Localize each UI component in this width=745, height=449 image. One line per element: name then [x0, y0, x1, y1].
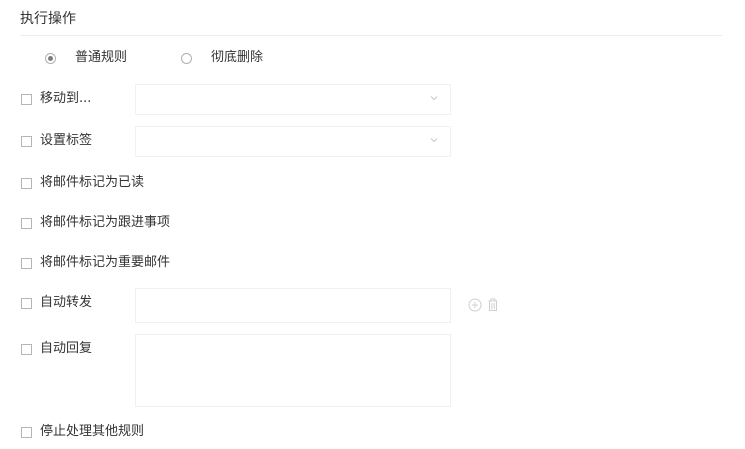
chevron-down-icon [430, 138, 438, 143]
radio-permanent-delete-label: 彻底删除 [211, 50, 264, 65]
action-mark-followup: 将邮件标记为跟进事项 [21, 214, 170, 232]
auto-reply-checkbox[interactable] [21, 343, 32, 355]
radio-normal-rule-circle[interactable] [45, 52, 56, 64]
chevron-down-icon [430, 96, 438, 101]
radio-normal-rule[interactable]: 普通规则 [45, 50, 127, 66]
auto-forward-address-input[interactable] [135, 288, 451, 323]
mark-followup-label: 将邮件标记为跟进事项 [40, 215, 171, 230]
mark-important-label: 将邮件标记为重要邮件 [40, 255, 171, 270]
action-mark-important: 将邮件标记为重要邮件 [21, 254, 170, 272]
set-tag-checkbox[interactable] [21, 135, 32, 147]
move-to-label: 移动到... [40, 91, 92, 106]
section-divider [20, 35, 722, 36]
trash-icon[interactable] [486, 298, 500, 312]
set-tag-select[interactable] [135, 126, 451, 157]
set-tag-label: 设置标签 [40, 133, 93, 148]
section-title: 执行操作 [20, 11, 76, 27]
radio-permanent-delete-circle[interactable] [181, 52, 192, 64]
radio-normal-rule-label: 普通规则 [75, 50, 128, 65]
auto-reply-label: 自动回复 [40, 341, 93, 356]
mark-followup-checkbox[interactable] [21, 217, 32, 229]
add-circle-icon[interactable] [468, 298, 482, 312]
stop-processing-checkbox[interactable] [21, 426, 32, 438]
mark-read-checkbox[interactable] [21, 177, 32, 189]
mark-important-checkbox[interactable] [21, 257, 32, 269]
action-set-tag: 设置标签 [21, 132, 92, 150]
action-auto-reply: 自动回复 [21, 340, 92, 358]
action-move-to: 移动到... [21, 90, 91, 108]
auto-reply-textarea[interactable] [135, 334, 451, 407]
radio-selected-dot [48, 55, 53, 61]
radio-permanent-delete[interactable]: 彻底删除 [181, 50, 263, 66]
action-auto-forward: 自动转发 [21, 294, 92, 312]
auto-forward-checkbox[interactable] [21, 297, 32, 309]
move-to-checkbox[interactable] [21, 93, 32, 105]
move-to-folder-select[interactable] [135, 84, 451, 115]
action-stop-processing: 停止处理其他规则 [21, 423, 144, 441]
action-mark-read: 将邮件标记为已读 [21, 174, 144, 192]
mark-read-label: 将邮件标记为已读 [40, 175, 145, 190]
auto-forward-label: 自动转发 [40, 295, 93, 310]
stop-processing-label: 停止处理其他规则 [40, 424, 145, 439]
